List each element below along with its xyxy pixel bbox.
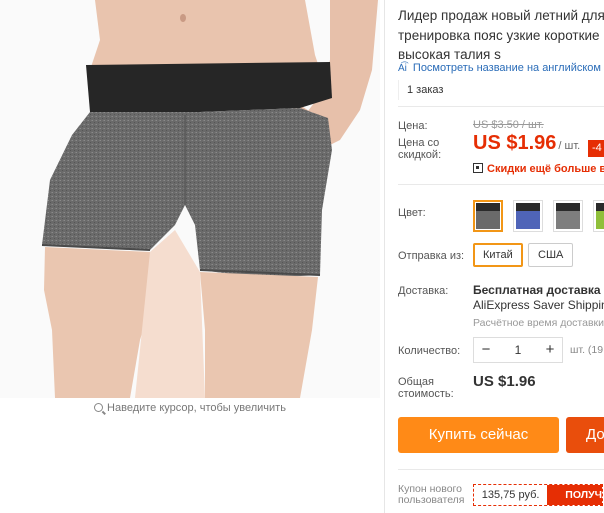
price-unit: / шт.	[558, 140, 581, 152]
discount-price-label: Цена со скидкой:	[398, 137, 441, 161]
zoom-hint: Наведите курсор, чтобы увеличить	[0, 402, 380, 414]
coupon-label-line: пользователя	[398, 494, 465, 506]
ship-from-usa[interactable]: США	[528, 243, 574, 267]
app-discount-text[interactable]: Скидки ещё больше в	[487, 163, 604, 175]
product-title-line: Лидер продаж новый летний для	[398, 8, 604, 23]
divider	[398, 106, 604, 107]
old-price: US $3.50 / шт.	[473, 119, 544, 131]
color-swatch-grey[interactable]	[473, 200, 503, 232]
quantity-label: Количество:	[398, 345, 461, 357]
total-price: US $1.96	[473, 373, 536, 390]
translate-icon: A͡i	[398, 63, 407, 74]
discount-price-label-line: скидкой:	[398, 149, 442, 161]
color-swatch-green[interactable]	[593, 200, 604, 232]
zoom-hint-text: Наведите курсор, чтобы увеличить	[107, 402, 286, 414]
get-coupon-button[interactable]: ПОЛУЧ	[547, 485, 602, 505]
quantity-stepper: − 1 +	[473, 337, 563, 363]
divider	[398, 469, 604, 470]
color-label: Цвет:	[398, 207, 426, 219]
ship-from-label: Отправка из:	[398, 250, 465, 262]
qr-code-icon	[473, 163, 483, 173]
translate-title-link[interactable]: A͡i Посмотреть название на английском	[398, 62, 601, 74]
quantity-plus-button[interactable]: +	[538, 338, 562, 362]
divider	[398, 184, 604, 185]
product-title: Лидер продаж новый летний для тренировка…	[398, 6, 604, 65]
product-image[interactable]	[0, 0, 380, 398]
delivery-method[interactable]: AliExpress Saver Shipping	[473, 298, 604, 312]
total-label-line: стоимость:	[398, 388, 454, 400]
quantity-minus-button[interactable]: −	[474, 338, 498, 362]
swatch-image	[596, 203, 604, 229]
swatch-image	[516, 203, 540, 229]
translate-link-text[interactable]: Посмотреть название на английском	[413, 62, 601, 74]
quantity-input[interactable]: 1	[498, 343, 538, 357]
buy-now-button[interactable]: Купить сейчас	[398, 417, 559, 453]
color-swatch-blue[interactable]	[513, 200, 543, 232]
product-photo	[0, 0, 380, 398]
column-divider	[384, 0, 385, 513]
swatch-image	[556, 203, 580, 229]
price-label: Цена:	[398, 120, 428, 132]
orders-count: 1 заказ	[398, 80, 451, 100]
delivery-estimate: Расчётное время доставки	[473, 317, 604, 329]
discount-badge: -4	[588, 140, 604, 157]
discount-price-label-line: Цена со	[398, 137, 440, 149]
total-label-line: Общая	[398, 376, 434, 388]
app-discount-link[interactable]: Скидки ещё больше в	[473, 163, 604, 175]
add-to-cart-button[interactable]: До	[566, 417, 604, 453]
delivery-title: Бесплатная доставка в Р	[473, 283, 604, 297]
swatch-image	[476, 203, 500, 229]
product-title-line: тренировка пояс узкие короткие	[398, 27, 600, 43]
discount-price-row: US $1.96/ шт.	[473, 132, 580, 155]
new-user-coupon-label: Купон нового пользователя	[398, 484, 465, 506]
ship-from-china[interactable]: Китай	[473, 243, 523, 267]
coupon-box: 135,75 руб. ПОЛУЧ	[473, 484, 603, 506]
quantity-available: шт. (19	[570, 344, 604, 356]
coupon-amount: 135,75 руб.	[481, 489, 540, 501]
magnifier-icon	[94, 403, 104, 412]
color-swatch-grey-black[interactable]	[553, 200, 583, 232]
total-label: Общая стоимость:	[398, 376, 454, 400]
delivery-label: Доставка:	[398, 285, 449, 297]
discount-price: US $1.96	[473, 132, 557, 154]
product-info-panel: Лидер продаж новый летний для тренировка…	[398, 0, 604, 513]
